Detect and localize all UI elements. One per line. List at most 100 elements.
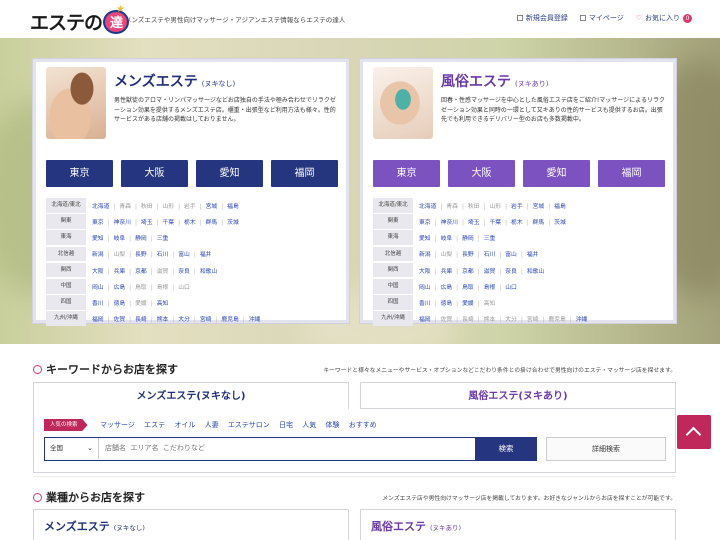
keyword-input[interactable] <box>105 438 475 459</box>
prefecture-link[interactable]: 山口 <box>505 285 517 291</box>
prefecture-link[interactable]: 広島 <box>114 285 126 291</box>
prefecture-link[interactable]: 東京 <box>92 220 104 226</box>
site-logo[interactable]: エステの達人 ★ <box>30 4 130 55</box>
popular-word-link[interactable]: 人気 <box>302 421 316 429</box>
prefecture-link[interactable]: 福井 <box>527 252 539 258</box>
prefecture-link[interactable]: 和歌山 <box>200 269 217 275</box>
prefecture-link[interactable]: 神奈川 <box>441 220 458 226</box>
prefecture-link[interactable]: 香川 <box>419 301 431 307</box>
prefecture-link[interactable]: 長崎 <box>135 317 147 323</box>
genre-card-mens-esthe[interactable]: メンズエステ (ヌキなし) <box>33 509 349 540</box>
prefecture-link[interactable]: 沖縄 <box>249 317 261 323</box>
prefecture-link[interactable]: 東京 <box>419 220 431 226</box>
prefecture-link[interactable]: 北海道 <box>419 204 436 210</box>
prefecture-link[interactable]: 広島 <box>441 285 453 291</box>
prefecture-link[interactable]: 千葉 <box>489 220 501 226</box>
prefecture-link[interactable]: 宮城 <box>206 204 218 210</box>
back-to-top-button[interactable] <box>677 415 711 449</box>
prefecture-link[interactable]: 新潟 <box>92 252 104 258</box>
prefecture-link[interactable]: 愛知 <box>419 236 431 242</box>
prefecture-link[interactable]: 岐阜 <box>114 236 126 242</box>
popular-word-link[interactable]: エステ <box>144 421 165 429</box>
tab-fuzoku-esthe[interactable]: 風俗エステ(ヌキあり) <box>360 382 676 409</box>
prefecture-link[interactable]: 奈良 <box>505 269 517 275</box>
prefecture-link[interactable]: 群馬 <box>206 220 218 226</box>
prefecture-link[interactable]: 福岡 <box>419 317 431 323</box>
city-button-fukuoka[interactable]: 福岡 <box>598 160 665 187</box>
prefecture-link[interactable]: 富山 <box>505 252 517 258</box>
popular-word-link[interactable]: 体験 <box>326 421 340 429</box>
popular-word-link[interactable]: オイル <box>174 421 195 429</box>
mypage-link[interactable]: マイページ <box>579 13 624 23</box>
popular-word-link[interactable]: マッサージ <box>100 421 135 429</box>
prefecture-link[interactable]: 群馬 <box>533 220 545 226</box>
prefecture-link[interactable]: 鹿児島 <box>221 317 238 323</box>
prefecture-link[interactable]: 静岡 <box>462 236 474 242</box>
prefecture-link[interactable]: 長野 <box>462 252 474 258</box>
genre-card-fuzoku-esthe[interactable]: 風俗エステ (ヌキあり) <box>360 509 676 540</box>
city-button-tokyo[interactable]: 東京 <box>373 160 440 187</box>
prefecture-link[interactable]: 鳥取 <box>462 285 474 291</box>
prefecture-link[interactable]: 千葉 <box>162 220 174 226</box>
prefecture-link[interactable]: 宮城 <box>533 204 545 210</box>
area-select[interactable]: 全国 ⌄ <box>45 438 99 459</box>
prefecture-link[interactable]: 京都 <box>135 269 147 275</box>
prefecture-link[interactable]: 宮崎 <box>200 317 212 323</box>
prefecture-link[interactable]: 熊本 <box>157 317 169 323</box>
prefecture-link[interactable]: 三重 <box>484 236 496 242</box>
prefecture-link[interactable]: 福島 <box>554 204 566 210</box>
city-button-tokyo[interactable]: 東京 <box>46 160 113 187</box>
prefecture-link[interactable]: 北海道 <box>92 204 109 210</box>
prefecture-link[interactable]: 和歌山 <box>527 269 544 275</box>
tab-mens-esthe[interactable]: メンズエステ(ヌキなし) <box>33 382 349 409</box>
prefecture-link[interactable]: 愛知 <box>92 236 104 242</box>
prefecture-link[interactable]: 長野 <box>135 252 147 258</box>
popular-word-link[interactable]: エステサロン <box>228 421 270 429</box>
prefecture-link[interactable]: 岐阜 <box>441 236 453 242</box>
prefecture-link[interactable]: 福島 <box>227 204 239 210</box>
city-button-aichi[interactable]: 愛知 <box>196 160 263 187</box>
prefecture-link[interactable]: 茨城 <box>554 220 566 226</box>
favorites-link[interactable]: ♡ お気に入り 0 <box>636 13 692 23</box>
prefecture-link[interactable]: 神奈川 <box>114 220 131 226</box>
search-button[interactable]: 検索 <box>475 436 537 461</box>
prefecture-link[interactable]: 石川 <box>484 252 496 258</box>
register-link[interactable]: 新規会員登録 <box>516 13 568 23</box>
prefecture-link[interactable]: 愛媛 <box>462 301 474 307</box>
prefecture-link[interactable]: 島根 <box>484 285 496 291</box>
prefecture-link[interactable]: 静岡 <box>135 236 147 242</box>
prefecture-link[interactable]: 栃木 <box>184 220 196 226</box>
prefecture-link[interactable]: 茨城 <box>227 220 239 226</box>
prefecture-link[interactable]: 岩手 <box>511 204 523 210</box>
city-button-aichi[interactable]: 愛知 <box>523 160 590 187</box>
prefecture-link[interactable]: 徳島 <box>441 301 453 307</box>
prefecture-link[interactable]: 埼玉 <box>141 220 153 226</box>
prefecture-link[interactable]: 岡山 <box>92 285 104 291</box>
prefecture-link[interactable]: 福岡 <box>92 317 104 323</box>
prefecture-link[interactable]: 奈良 <box>178 269 190 275</box>
prefecture-link[interactable]: 福井 <box>200 252 212 258</box>
prefecture-link[interactable]: 富山 <box>178 252 190 258</box>
city-button-fukuoka[interactable]: 福岡 <box>271 160 338 187</box>
prefecture-link[interactable]: 栃木 <box>511 220 523 226</box>
prefecture-link[interactable]: 京都 <box>462 269 474 275</box>
city-button-osaka[interactable]: 大阪 <box>448 160 515 187</box>
popular-word-link[interactable]: おすすめ <box>349 421 377 429</box>
city-button-osaka[interactable]: 大阪 <box>121 160 188 187</box>
prefecture-link[interactable]: 兵庫 <box>441 269 453 275</box>
detail-search-button[interactable]: 詳細検索 <box>546 437 666 461</box>
prefecture-link[interactable]: 滋賀 <box>484 269 496 275</box>
prefecture-link[interactable]: 佐賀 <box>114 317 126 323</box>
prefecture-link[interactable]: 石川 <box>157 252 169 258</box>
prefecture-link[interactable]: 三重 <box>157 236 169 242</box>
prefecture-link[interactable]: 新潟 <box>419 252 431 258</box>
prefecture-link[interactable]: 香川 <box>92 301 104 307</box>
popular-word-link[interactable]: 人妻 <box>205 421 219 429</box>
prefecture-link[interactable]: 沖縄 <box>576 317 588 323</box>
prefecture-link[interactable]: 高知 <box>157 301 169 307</box>
prefecture-link[interactable]: 徳島 <box>114 301 126 307</box>
prefecture-link[interactable]: 大阪 <box>419 269 431 275</box>
prefecture-link[interactable]: 埼玉 <box>468 220 480 226</box>
prefecture-link[interactable]: 大分 <box>178 317 190 323</box>
prefecture-link[interactable]: 岡山 <box>419 285 431 291</box>
